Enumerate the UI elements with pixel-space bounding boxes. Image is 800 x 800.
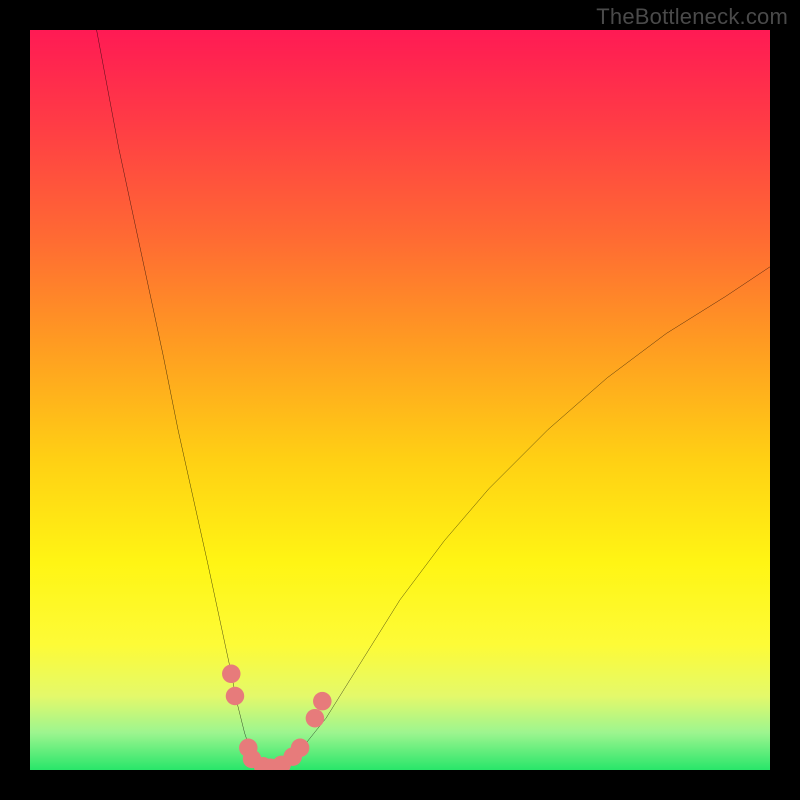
marker-point bbox=[226, 687, 245, 706]
marker-point bbox=[291, 739, 310, 758]
watermark-text: TheBottleneck.com bbox=[596, 4, 788, 30]
marker-point bbox=[306, 709, 325, 728]
right-curve bbox=[274, 267, 770, 770]
left-curve bbox=[97, 30, 267, 770]
marker-point bbox=[313, 692, 332, 711]
plot-area bbox=[30, 30, 770, 770]
chart-frame: TheBottleneck.com bbox=[0, 0, 800, 800]
curves-svg bbox=[30, 30, 770, 770]
marker-point bbox=[222, 665, 241, 684]
marker-group bbox=[222, 665, 332, 770]
